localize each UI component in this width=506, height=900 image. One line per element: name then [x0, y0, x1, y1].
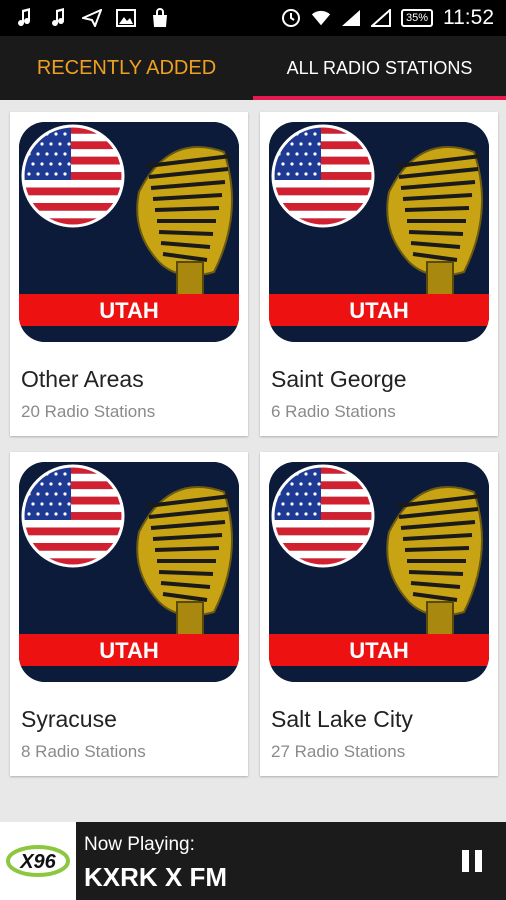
tab-all-radio-stations[interactable]: ALL RADIO STATIONS	[253, 36, 506, 100]
wifi-icon	[311, 8, 331, 28]
station-thumbnail: UTAH	[269, 122, 489, 342]
station-thumbnail: UTAH	[269, 462, 489, 682]
station-name: Saint George	[271, 366, 407, 392]
station-count: 27 Radio Stations	[271, 742, 406, 761]
station-artwork: UTAH	[269, 462, 489, 682]
now-playing-station: KXRK X FM	[84, 862, 227, 892]
station-count: 6 Radio Stations	[271, 402, 396, 421]
station-card[interactable]: UTAH Salt Lake City 27 Radio Stations	[260, 452, 498, 776]
music-note-icon	[14, 8, 34, 28]
banner-label: UTAH	[349, 638, 408, 663]
banner-label: UTAH	[99, 298, 158, 323]
station-name: Salt Lake City	[271, 706, 413, 732]
battery-icon: 35%	[400, 9, 433, 27]
station-card[interactable]: UTAH Other Areas 20 Radio Stations	[10, 112, 248, 436]
signal-icon	[341, 8, 361, 28]
station-card[interactable]: UTAH Syracuse 8 Radio Stations	[10, 452, 248, 776]
banner-label: UTAH	[349, 298, 408, 323]
station-thumbnail: UTAH	[19, 122, 239, 342]
image-icon	[116, 8, 136, 28]
station-count: 8 Radio Stations	[21, 742, 146, 761]
send-icon	[82, 8, 102, 28]
music-note-icon	[48, 8, 68, 28]
tab-active-indicator	[253, 96, 506, 100]
station-card[interactable]: UTAH Saint George 6 Radio Stations	[260, 112, 498, 436]
station-name: Other Areas	[21, 366, 144, 392]
station-logo: X96	[0, 822, 76, 900]
banner-label: UTAH	[99, 638, 158, 663]
status-bar: 35% 11:52	[0, 0, 506, 36]
station-artwork: UTAH	[269, 122, 489, 342]
tab-label: RECENTLY ADDED	[36, 56, 217, 79]
x96-logo-icon: X96	[6, 845, 70, 877]
station-grid: UTAH Other Areas 20 Radio Stations UTAH …	[10, 112, 498, 776]
pause-button[interactable]	[462, 850, 484, 874]
sync-icon	[281, 8, 301, 28]
pause-bar	[475, 850, 482, 872]
signal-icon	[370, 8, 391, 28]
clock: 11:52	[443, 6, 494, 29]
station-thumbnail: UTAH	[19, 462, 239, 682]
tab-recently-added[interactable]: RECENTLY ADDED	[0, 36, 253, 100]
tab-bar: RECENTLY ADDED ALL RADIO STATIONS	[0, 36, 506, 100]
now-playing-bar[interactable]: X96 Now Playing: KXRK X FM	[0, 822, 506, 900]
station-artwork: UTAH	[19, 462, 239, 682]
station-name: Syracuse	[21, 706, 117, 732]
station-count: 20 Radio Stations	[21, 402, 156, 421]
now-playing-label: Now Playing:	[84, 834, 195, 855]
store-bag-icon	[150, 8, 170, 28]
logo-text: X96	[19, 851, 56, 873]
pause-bar	[462, 850, 469, 872]
station-artwork: UTAH	[19, 122, 239, 342]
tab-label: ALL RADIO STATIONS	[286, 57, 473, 78]
